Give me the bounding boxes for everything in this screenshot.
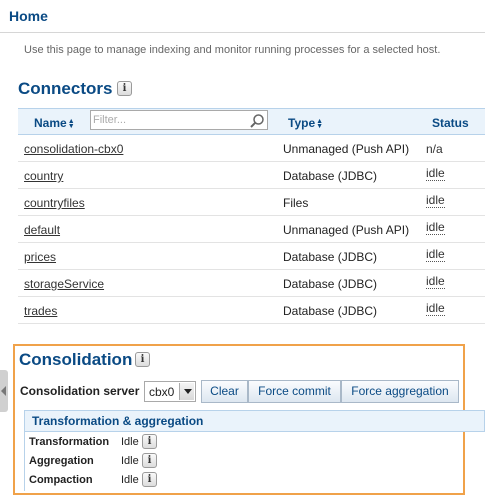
table-row: prices Database (JDBC) idle	[18, 243, 485, 270]
process-label-transformation: Transformation	[29, 436, 110, 448]
sort-icon: ▲ ▼	[67, 117, 75, 130]
transformation-panel-title: Transformation & aggregation	[32, 414, 204, 428]
force-commit-button[interactable]: Force commit	[248, 380, 341, 403]
column-header-name[interactable]: Name▲ ▼	[34, 116, 76, 130]
collapse-handle[interactable]	[0, 370, 8, 412]
table-row: country Database (JDBC) idle	[18, 162, 485, 189]
info-icon[interactable]: i	[142, 453, 157, 468]
intro-text: Use this page to manage indexing and mon…	[24, 44, 441, 56]
consolidation-server-label: Consolidation server	[20, 384, 140, 398]
info-icon[interactable]: i	[142, 472, 157, 487]
connector-status[interactable]: idle	[426, 302, 445, 316]
connector-name-link[interactable]: countryfiles	[24, 196, 85, 210]
info-icon[interactable]: i	[117, 81, 132, 96]
connector-name-link[interactable]: default	[24, 223, 60, 237]
process-label-compaction: Compaction	[29, 474, 93, 486]
connector-status[interactable]: idle	[426, 248, 445, 262]
sort-icon: ▲ ▼	[316, 117, 324, 130]
info-icon[interactable]: i	[135, 352, 150, 367]
connector-type: Database (JDBC)	[283, 304, 378, 318]
chevron-left-icon	[1, 386, 6, 396]
connector-type: Files	[283, 196, 309, 210]
column-header-status: Status	[432, 116, 469, 130]
info-icon[interactable]: i	[142, 434, 157, 449]
table-row: trades Database (JDBC) idle	[18, 297, 485, 324]
connector-type: Unmanaged (Push API)	[283, 142, 410, 156]
process-status: Idle	[121, 474, 139, 486]
consolidation-server-select[interactable]: cbx0	[144, 381, 196, 402]
table-row: consolidation-cbx0 Unmanaged (Push API) …	[18, 135, 485, 162]
table-row: storageService Database (JDBC) idle	[18, 270, 485, 297]
force-aggregation-button[interactable]: Force aggregation	[341, 380, 459, 403]
process-label-aggregation: Aggregation	[29, 455, 94, 467]
column-header-type[interactable]: Type▲ ▼	[288, 116, 324, 130]
connector-type: Database (JDBC)	[283, 169, 378, 183]
chevron-down-icon[interactable]	[179, 383, 194, 400]
connector-name-link[interactable]: prices	[24, 250, 56, 264]
top-bar: Home	[0, 0, 485, 33]
connector-type: Database (JDBC)	[283, 277, 378, 291]
connector-name-link[interactable]: consolidation-cbx0	[24, 142, 123, 156]
page-title: Home	[9, 8, 48, 24]
process-status: Idle	[121, 436, 139, 448]
transformation-panel-header: Transformation & aggregation	[24, 410, 485, 432]
filter-input[interactable]	[93, 112, 243, 128]
connectors-title: Connectors	[18, 79, 113, 98]
connector-status: n/a	[426, 142, 443, 156]
connector-name-link[interactable]: storageService	[24, 277, 104, 291]
consolidation-title: Consolidation	[19, 350, 133, 369]
connector-status[interactable]: idle	[426, 221, 445, 235]
connector-type: Unmanaged (Push API)	[283, 223, 410, 237]
selected-server-value: cbx0	[149, 385, 175, 399]
connector-status[interactable]: idle	[426, 167, 445, 181]
connector-status[interactable]: idle	[426, 275, 445, 289]
connector-name-link[interactable]: country	[24, 169, 63, 183]
connector-name-link[interactable]: trades	[24, 304, 57, 318]
table-row: countryfiles Files idle	[18, 189, 485, 216]
clear-button[interactable]: Clear	[201, 380, 248, 403]
search-icon[interactable]	[249, 113, 265, 129]
connector-type: Database (JDBC)	[283, 250, 378, 264]
connector-status[interactable]: idle	[426, 194, 445, 208]
table-row: default Unmanaged (Push API) idle	[18, 216, 485, 243]
process-status: Idle	[121, 455, 139, 467]
